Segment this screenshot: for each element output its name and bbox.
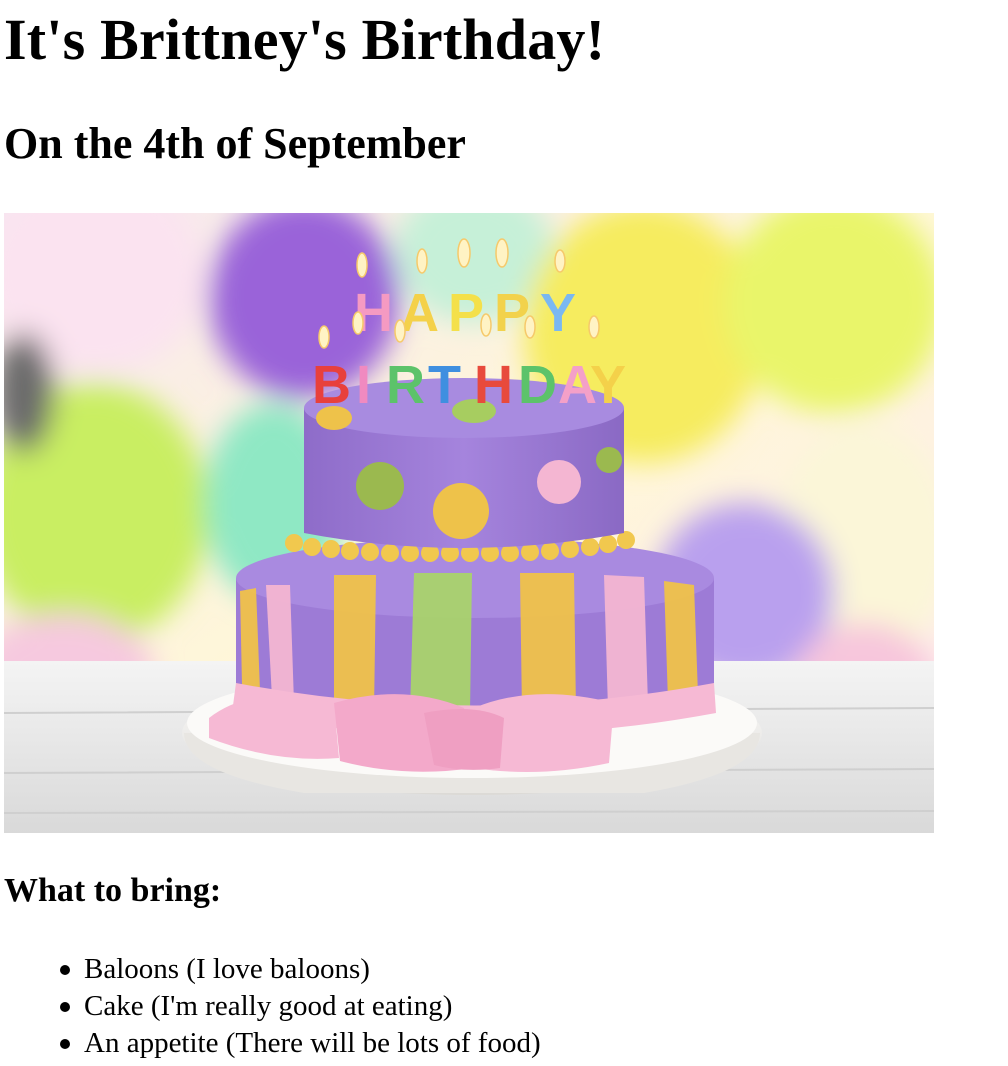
svg-text:T: T (428, 355, 461, 415)
svg-text:B: B (312, 355, 351, 415)
svg-text:A: A (400, 283, 439, 343)
svg-text:R: R (386, 355, 425, 415)
svg-text:P: P (494, 283, 530, 343)
svg-text:Y: Y (540, 283, 576, 343)
svg-text:H: H (474, 355, 513, 415)
bring-list: Baloons (I love baloons) Cake (I'm reall… (60, 951, 541, 1062)
page-title: It's Brittney's Birthday! (4, 7, 606, 72)
svg-text:D: D (518, 355, 557, 415)
list-item: An appetite (There will be lots of food) (60, 1025, 541, 1062)
list-item-text: Baloons (I love baloons) (84, 953, 370, 985)
bullet-icon (60, 965, 70, 975)
bullet-icon (60, 1002, 70, 1012)
svg-text:P: P (448, 283, 484, 343)
svg-text:I: I (356, 355, 371, 415)
list-item-text: Cake (I'm really good at eating) (84, 990, 453, 1022)
list-item: Cake (I'm really good at eating) (60, 988, 541, 1025)
svg-text:Y: Y (590, 355, 626, 415)
bring-list-title: What to bring: (4, 872, 222, 909)
date-subtitle: On the 4th of September (4, 119, 466, 168)
list-item: Baloons (I love baloons) (60, 951, 541, 988)
bullet-icon (60, 1039, 70, 1049)
list-item-text: An appetite (There will be lots of food) (84, 1027, 541, 1059)
birthday-cake-photo: H A P P Y B I R T H D A Y (4, 213, 934, 833)
